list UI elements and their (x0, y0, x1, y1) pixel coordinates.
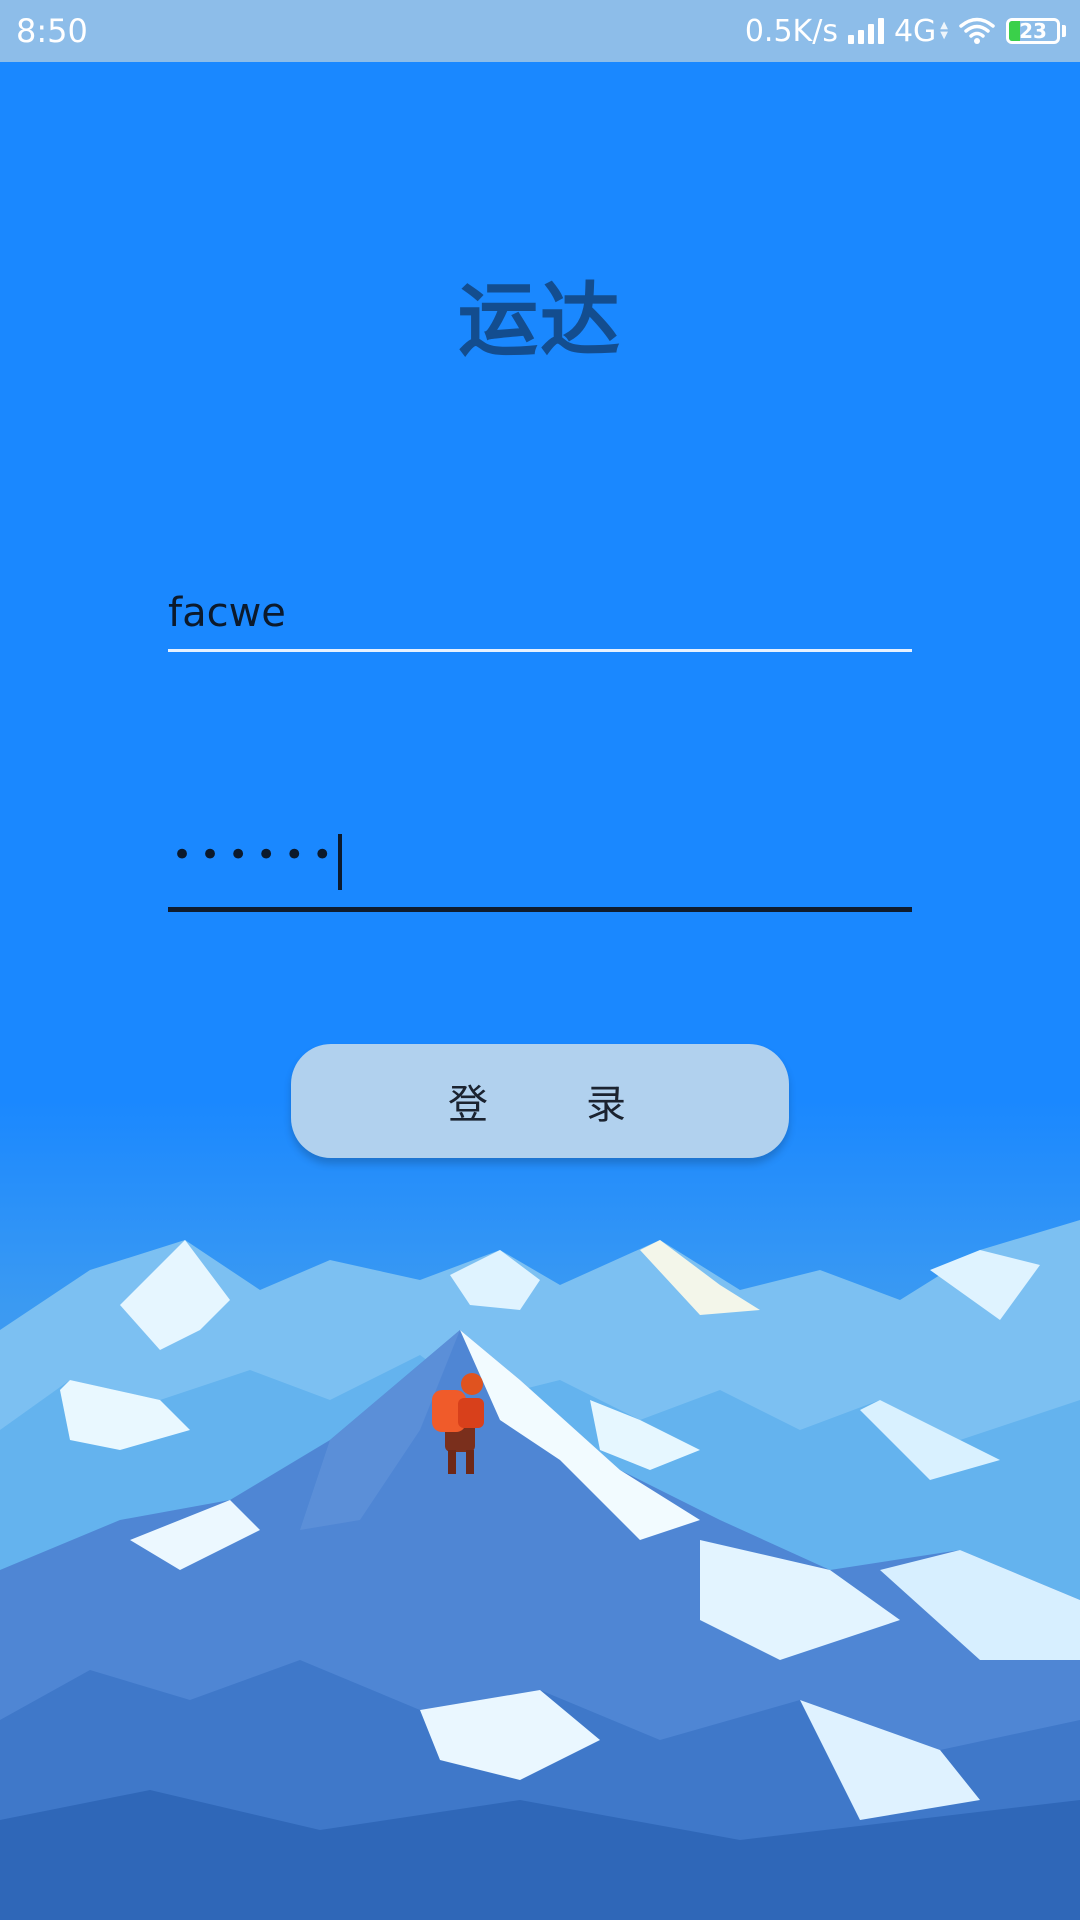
battery-icon: 23 (1006, 18, 1066, 44)
status-time: 8:50 (16, 12, 88, 50)
status-icons: 0.5K/s 4G ▲ ▼ 23 (745, 10, 1066, 52)
status-bar: 8:50 0.5K/s 4G ▲ ▼ 23 (0, 0, 1080, 62)
password-underline (168, 907, 912, 912)
network-speed: 0.5K/s (744, 13, 838, 49)
data-activity-icon: ▲ ▼ (940, 20, 948, 41)
signal-icon (847, 18, 884, 44)
username-value[interactable]: facwe (168, 578, 912, 648)
password-field[interactable]: •••••• (168, 820, 912, 912)
text-cursor (338, 833, 343, 890)
battery-level: 23 (1019, 19, 1047, 43)
app-title: 运达 (458, 274, 622, 367)
username-underline (168, 649, 912, 652)
username-field[interactable]: facwe (168, 578, 912, 652)
login-button[interactable]: 登 录 (291, 1044, 789, 1158)
password-value[interactable]: •••••• (172, 820, 340, 890)
wifi-icon (959, 17, 995, 44)
mountain-climber-illustration (0, 1100, 1080, 1920)
network-type: 4G (893, 13, 937, 49)
